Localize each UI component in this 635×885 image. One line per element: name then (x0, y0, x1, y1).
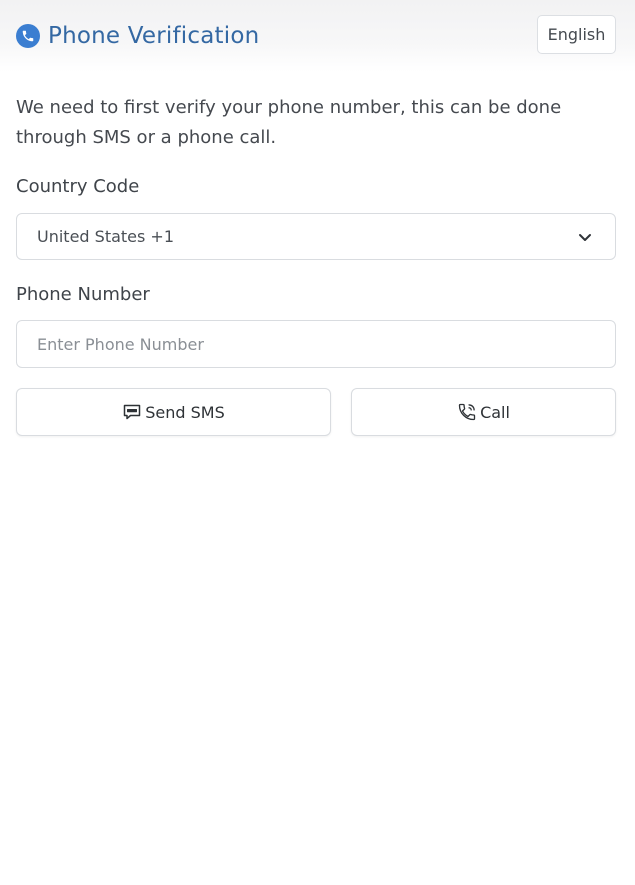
country-code-label: Country Code (16, 176, 140, 197)
intro-text: We need to first verify your phone numbe… (16, 97, 562, 148)
sms-bubble-icon (122, 402, 142, 422)
brand: Phone Verification (16, 22, 259, 50)
send-sms-button[interactable]: Send SMS (16, 388, 331, 436)
country-code-value: United States +1 (37, 227, 175, 246)
chevron-down-icon (577, 229, 593, 245)
phone-call-icon (457, 402, 477, 422)
header-bar: Phone Verification English (0, 0, 635, 72)
language-button[interactable]: English (537, 15, 616, 54)
call-button[interactable]: Call (351, 388, 616, 436)
phone-number-label: Phone Number (16, 284, 150, 305)
page-title: Phone Verification (48, 23, 260, 49)
call-label: Call (480, 402, 510, 422)
country-code-select[interactable]: United States +1 (16, 213, 616, 260)
phone-number-input[interactable] (16, 320, 616, 368)
phone-icon (16, 24, 40, 48)
send-sms-label: Send SMS (145, 402, 225, 422)
